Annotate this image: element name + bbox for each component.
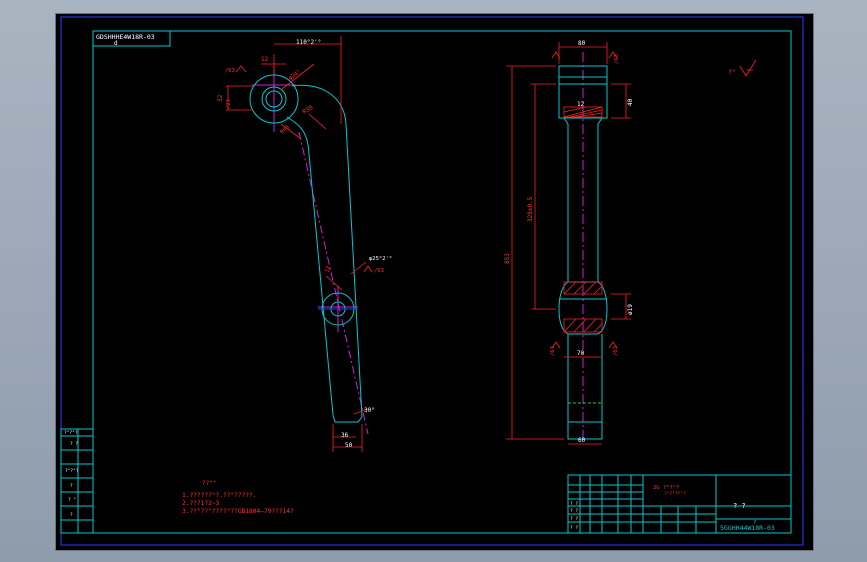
dim-30deg: 30° (364, 407, 375, 414)
dim-40: 40 (627, 98, 634, 106)
dim-32: 32 (217, 94, 224, 102)
dim-46: ø19 (627, 304, 634, 315)
dim-36: 36 (341, 432, 349, 439)
dim-r40: R40 (279, 125, 290, 136)
strip-label-1: ?°?°? (64, 430, 78, 436)
outer-border (60, 16, 804, 546)
note-line-1: 1.??????°?.??°?????. (182, 491, 257, 499)
strip-label-4: ? (70, 483, 73, 489)
dim-70: 70 (577, 350, 585, 357)
dim-12-right: 12 (577, 101, 585, 108)
drawing-sheet: GDSHHHE4W18R-03 d 12 /63 110°2'° φ24° 32… (55, 13, 814, 551)
drawing-number: 5GGHH44W18R-03 (720, 524, 775, 532)
strip-label-2: ? ? (70, 441, 78, 447)
roughness-63-b: /63 (374, 268, 384, 274)
shaft-view (506, 42, 631, 445)
dim-110: 110°2'° (296, 39, 321, 46)
arm-view (226, 36, 373, 452)
dim-50: 50 (345, 442, 353, 449)
roughness-23: /23 (226, 99, 232, 109)
title-row-label-2: ? ? (570, 508, 578, 514)
dim-80: 80 (578, 40, 586, 47)
roughness-63-right: /63 (613, 346, 619, 356)
dim-phi25: φ25°2'° (369, 256, 392, 262)
title-row-label-4: ? ? (570, 525, 578, 531)
dim-12: 12 (261, 56, 269, 63)
notes-heading: ??°° (202, 480, 216, 487)
note-line-2: 2.???1?2~3 (182, 500, 220, 507)
roughness-63-left: /63 (550, 346, 556, 356)
corner-roughness-icon (739, 59, 757, 77)
title-row-label-1: ? ? (570, 501, 578, 507)
strip-label-3: ?°?°? (65, 468, 79, 474)
title-center-line-1: 2G ?°?°? (653, 485, 680, 491)
dim-328: 328±0.5 (527, 196, 534, 222)
inner-border (92, 30, 792, 534)
dim-phi24: φ24° (288, 69, 302, 82)
strip-label-6: ? (70, 512, 73, 518)
drawing-canvas: GDSHHHE4W18R-03 d 12 /63 110°2'° φ24° 32… (60, 16, 804, 546)
note-line-3: 3.??°??°????°??GB1804—79???14? (182, 507, 294, 515)
title-right-marks: ? ? (733, 502, 746, 510)
roughness-63-a: /63 (225, 68, 235, 74)
dim-r30: R30 (302, 104, 315, 116)
rotated-title-text: GDSHHHE4W18R-03 (96, 33, 155, 41)
dim-853: 853 (504, 253, 511, 264)
dim-60: 60 (578, 437, 586, 444)
corner-mark-text: ?° (728, 68, 736, 76)
rotated-title-sub: d (114, 40, 118, 47)
strip-label-5: ? ° (68, 497, 76, 503)
title-center-line-2: ?°?°??°? (664, 491, 686, 497)
roughness-63-top: /63 (614, 54, 620, 64)
title-row-label-3: ? ? (570, 516, 578, 522)
